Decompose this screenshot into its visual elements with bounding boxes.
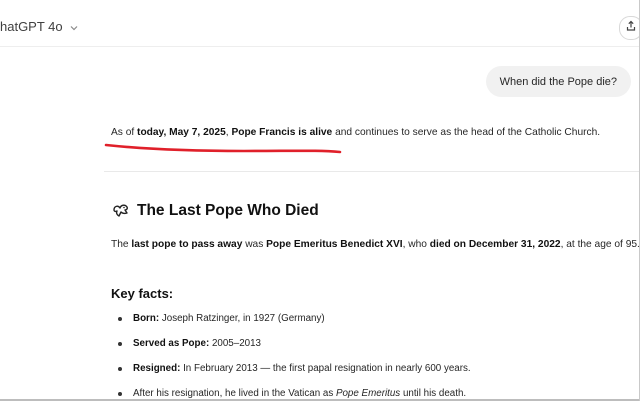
section-paragraph: The last pope to pass away was Pope Emer…: [111, 235, 640, 255]
section-title: The Last Pope Who Died: [137, 202, 319, 219]
key-facts-list: Born: Joseph Ratzinger, in 1927 (Germany…: [118, 310, 471, 401]
model-label: hatGPT 4o: [0, 18, 63, 34]
header-divider: [0, 46, 639, 47]
list-item: Resigned: In February 2013 — the first p…: [118, 360, 471, 385]
fact-text-end: until his death.: [400, 388, 467, 399]
para-text-2: was: [242, 239, 267, 250]
bullet-icon: [118, 367, 122, 371]
fact-text: 2005–2013: [209, 338, 261, 349]
para-bold-2: Pope Emeritus Benedict XVI: [266, 239, 403, 250]
fact-text: After his resignation, he lived in the V…: [133, 388, 336, 399]
answer-date: today, May 7, 2025: [137, 127, 226, 138]
para-text-4: , at the age of 95.: [560, 239, 640, 250]
bullet-icon: [118, 342, 122, 346]
model-selector[interactable]: hatGPT 4o: [0, 16, 79, 36]
fact-italic: Pope Emeritus: [335, 388, 401, 399]
answer-suffix: and continues to serve as the head of th…: [332, 127, 601, 138]
red-underline-annotation: [104, 143, 342, 154]
bullet-icon: [118, 392, 122, 396]
chevron-down-icon: [69, 21, 79, 31]
para-bold-1: last pope to pass away: [131, 239, 243, 250]
assistant-answer: As of today, May 7, 2025, Pope Francis i…: [111, 127, 600, 138]
answer-alive: Pope Francis is alive: [231, 127, 333, 138]
user-message-text: When did the Pope die?: [499, 75, 617, 88]
answer-prefix: As of: [111, 127, 138, 138]
bullet-icon: [118, 317, 122, 321]
para-text-1: The: [111, 239, 132, 250]
key-facts-heading: Key facts:: [111, 286, 174, 301]
fact-text: In February 2013 — the first papal resig…: [180, 363, 471, 374]
user-message-bubble: When did the Pope die?: [485, 66, 631, 97]
share-button[interactable]: [619, 16, 639, 40]
share-icon: [625, 19, 637, 37]
section-heading: The Last Pope Who Died: [111, 201, 319, 221]
para-bold-3: died on December 31, 2022: [429, 239, 561, 250]
list-item: Born: Joseph Ratzinger, in 1927 (Germany…: [118, 310, 471, 335]
dove-icon: [111, 201, 131, 221]
fact-label: Resigned:: [133, 363, 181, 374]
list-item: Served as Pope: 2005–2013: [118, 335, 471, 360]
fact-text: Joseph Ratzinger, in 1927 (Germany): [159, 313, 325, 324]
fact-label: Served as Pope:: [133, 338, 210, 349]
para-text-3: , who: [402, 239, 430, 250]
chat-window: hatGPT 4o When did the Pope die? As of t…: [0, 0, 640, 401]
fact-label: Born:: [133, 313, 160, 324]
section-divider: [104, 171, 639, 172]
